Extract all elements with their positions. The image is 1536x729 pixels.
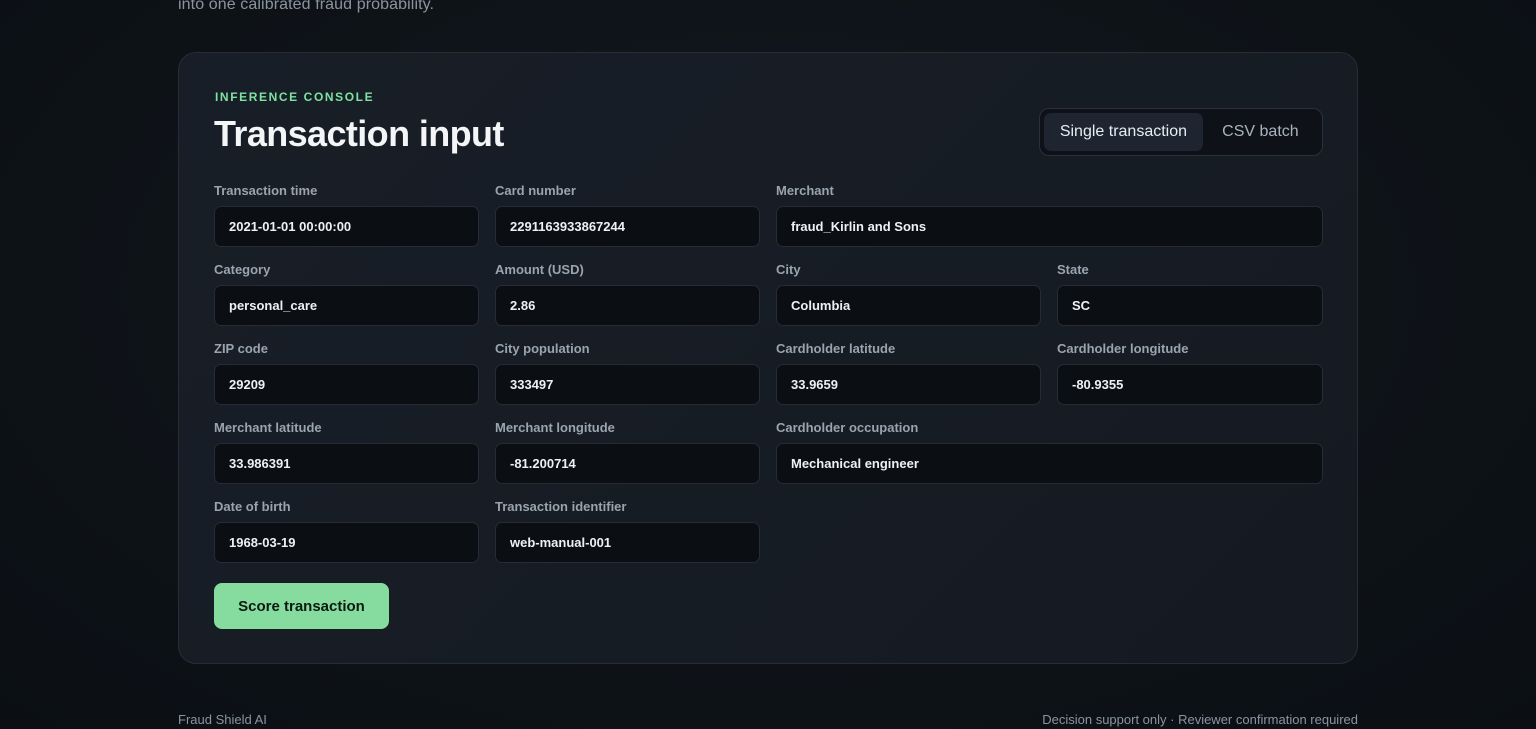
zip-code-field: ZIP code 29209: [214, 341, 479, 405]
inference-console-card: INFERENCE CONSOLE Transaction input Sing…: [178, 52, 1358, 664]
cardholder-longitude-input[interactable]: -80.9355: [1057, 364, 1323, 405]
transaction-time-input[interactable]: 2021-01-01 00:00:00: [214, 206, 479, 247]
cardholder-latitude-label: Cardholder latitude: [776, 341, 896, 356]
merchant-latitude-field: Merchant latitude 33.986391: [214, 420, 479, 484]
transaction-time-label: Transaction time: [214, 183, 318, 198]
merchant-latitude-input[interactable]: 33.986391: [214, 443, 479, 484]
merchant-latitude-label: Merchant latitude: [214, 420, 322, 435]
amount-label: Amount (USD): [495, 262, 584, 277]
card-number-field: Card number 2291163933867244: [495, 183, 760, 247]
cardholder-occupation-field: Cardholder occupation Mechanical enginee…: [776, 420, 1323, 484]
cardholder-latitude-input[interactable]: 33.9659: [776, 364, 1041, 405]
transaction-identifier-label: Transaction identifier: [495, 499, 627, 514]
city-field: City Columbia: [776, 262, 1041, 326]
category-input[interactable]: personal_care: [214, 285, 479, 326]
city-population-input[interactable]: 333497: [495, 364, 760, 405]
state-input[interactable]: SC: [1057, 285, 1323, 326]
amount-input[interactable]: 2.86: [495, 285, 760, 326]
cardholder-occupation-input[interactable]: Mechanical engineer: [776, 443, 1323, 484]
merchant-longitude-label: Merchant longitude: [495, 420, 615, 435]
merchant-field: Merchant fraud_Kirlin and Sons: [776, 183, 1323, 247]
cardholder-longitude-label: Cardholder longitude: [1057, 341, 1189, 356]
city-population-field: City population 333497: [495, 341, 760, 405]
cardholder-latitude-field: Cardholder latitude 33.9659: [776, 341, 1041, 405]
amount-field: Amount (USD) 2.86: [495, 262, 760, 326]
zip-code-label: ZIP code: [214, 341, 268, 356]
intro-text: into one calibrated fraud probability.: [178, 0, 435, 13]
city-input[interactable]: Columbia: [776, 285, 1041, 326]
tab-csv-batch[interactable]: CSV batch: [1203, 113, 1318, 151]
date-of-birth-label: Date of birth: [214, 499, 291, 514]
footer-disclaimer: Decision support only · Reviewer confirm…: [1042, 712, 1358, 727]
transaction-identifier-field: Transaction identifier web-manual-001: [495, 499, 760, 563]
card-number-input[interactable]: 2291163933867244: [495, 206, 760, 247]
state-field: State SC: [1057, 262, 1323, 326]
merchant-input[interactable]: fraud_Kirlin and Sons: [776, 206, 1323, 247]
console-eyebrow: INFERENCE CONSOLE: [215, 90, 375, 104]
date-of-birth-input[interactable]: 1968-03-19: [214, 522, 479, 563]
cardholder-longitude-field: Cardholder longitude -80.9355: [1057, 341, 1323, 405]
transaction-identifier-input[interactable]: web-manual-001: [495, 522, 760, 563]
date-of-birth-field: Date of birth 1968-03-19: [214, 499, 479, 563]
city-label: City: [776, 262, 801, 277]
cardholder-occupation-label: Cardholder occupation: [776, 420, 919, 435]
merchant-label: Merchant: [776, 183, 834, 198]
merchant-longitude-field: Merchant longitude -81.200714: [495, 420, 760, 484]
transaction-time-field: Transaction time 2021-01-01 00:00:00: [214, 183, 479, 247]
category-field: Category personal_care: [214, 262, 479, 326]
tab-single-transaction[interactable]: Single transaction: [1044, 113, 1203, 151]
state-label: State: [1057, 262, 1089, 277]
category-label: Category: [214, 262, 271, 277]
footer-brand: Fraud Shield AI: [178, 712, 267, 727]
score-transaction-button[interactable]: Score transaction: [214, 583, 389, 629]
card-number-label: Card number: [495, 183, 576, 198]
merchant-longitude-input[interactable]: -81.200714: [495, 443, 760, 484]
page-title: Transaction input: [214, 113, 504, 154]
zip-code-input[interactable]: 29209: [214, 364, 479, 405]
mode-toggle: Single transaction CSV batch: [1039, 108, 1323, 156]
city-population-label: City population: [495, 341, 590, 356]
